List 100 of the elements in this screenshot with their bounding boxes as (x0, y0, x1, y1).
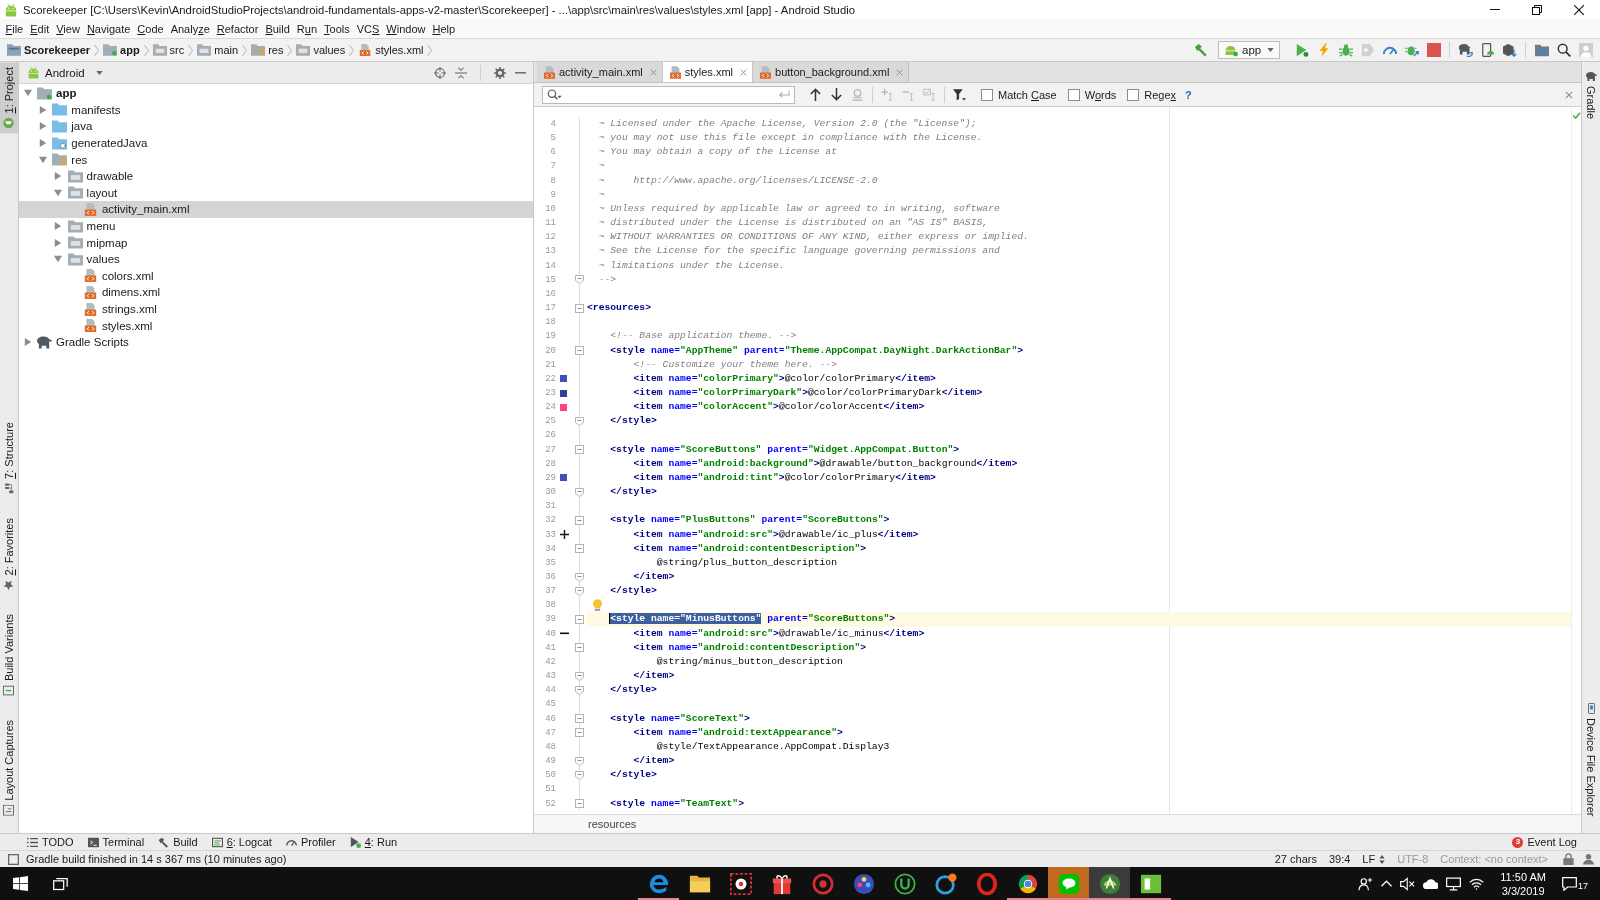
editor-tab[interactable]: activity_main.xml (537, 62, 663, 82)
tree-item[interactable]: manifests (19, 101, 533, 119)
fold-icon[interactable] (575, 445, 584, 455)
close-icon[interactable] (740, 68, 748, 76)
people-icon[interactable] (1358, 876, 1374, 891)
fold-end-icon[interactable] (575, 671, 584, 681)
status-item[interactable]: LF (1356, 853, 1392, 865)
breadcrumb-item[interactable]: Scorekeeper (7, 44, 91, 56)
caret-right-icon[interactable] (38, 122, 47, 131)
menubar-entry[interactable]: Edit (26, 22, 53, 35)
fold-end-icon[interactable] (575, 487, 584, 497)
close-icon[interactable] (649, 68, 657, 76)
fold-icon[interactable] (575, 799, 584, 809)
status-item[interactable]: 27 chars (1268, 853, 1323, 865)
menubar-entry[interactable]: Analyze (167, 22, 214, 35)
settings-icon[interactable] (494, 66, 506, 79)
caret-down-icon[interactable] (23, 89, 32, 98)
tool-window-tab[interactable]: Terminal (80, 834, 152, 850)
breadcrumb-item[interactable]: resources (588, 818, 637, 830)
event-log-button[interactable]: 3 Event Log (1505, 834, 1584, 850)
chevron-up-icon[interactable] (1381, 880, 1393, 887)
fold-end-icon[interactable] (575, 756, 584, 766)
checkbox[interactable] (1067, 88, 1080, 101)
run-config-dropdown[interactable]: app (1218, 41, 1280, 59)
tree-item[interactable]: styles.xml (19, 317, 533, 334)
tree-item[interactable]: dimens.xml (19, 284, 533, 301)
collapse-icon[interactable] (455, 66, 467, 79)
breadcrumb-item[interactable]: res (251, 44, 284, 56)
tool-window-tab[interactable]: 7: Structure (0, 416, 18, 499)
breadcrumb-item[interactable]: src (152, 44, 185, 56)
fold-icon[interactable] (575, 303, 584, 313)
tool-window-tab[interactable]: Device File Explorer (1582, 697, 1600, 821)
caret-down-icon[interactable] (54, 188, 63, 197)
fold-icon[interactable] (575, 728, 584, 738)
tree-item[interactable]: app (19, 85, 533, 102)
search-option[interactable]: Words (1067, 88, 1117, 101)
fold-icon[interactable] (575, 346, 584, 356)
tree-item[interactable]: java (19, 118, 533, 135)
tool-window-tab[interactable]: Layout Captures (0, 715, 18, 821)
breadcrumb-item[interactable]: values (296, 44, 346, 56)
caret-right-icon[interactable] (38, 139, 47, 148)
clock[interactable]: 11:50 AM 3/3/2019 (1500, 869, 1546, 898)
tool-window-tab[interactable]: 1: Project (0, 62, 18, 134)
taskbar-app[interactable] (1089, 867, 1130, 900)
breadcrumb-item[interactable]: styles.xml (358, 44, 424, 56)
tree-item[interactable]: menu (19, 217, 533, 235)
fold-icon[interactable] (575, 615, 584, 625)
notification-button[interactable]: 17 (1562, 876, 1592, 891)
fold-icon[interactable] (575, 515, 584, 525)
tree-item[interactable]: colors.xml (19, 267, 533, 285)
view-dropdown[interactable]: Android (27, 66, 103, 79)
tree-item[interactable]: res (19, 151, 533, 168)
fold-icon[interactable] (575, 714, 584, 724)
caret-down-icon[interactable] (54, 255, 63, 264)
tool-window-tab[interactable]: Build Variants (0, 609, 18, 702)
breadcrumb-item[interactable]: main (197, 44, 239, 56)
fold-end-icon[interactable] (575, 586, 584, 596)
menubar-entry[interactable]: Build (261, 22, 294, 35)
caret-right-icon[interactable] (38, 105, 47, 114)
search-field[interactable] (542, 85, 795, 104)
fold-icon[interactable] (575, 544, 584, 554)
checkbox[interactable] (981, 88, 993, 101)
tool-window-tab[interactable]: Profiler (278, 834, 343, 850)
caret-down-icon[interactable] (38, 155, 47, 164)
status-item[interactable]: 39:4 (1322, 853, 1357, 865)
tool-window-tab[interactable]: Build (151, 834, 205, 850)
close-icon[interactable] (1565, 90, 1573, 99)
menubar-entry[interactable]: File (2, 22, 27, 35)
caret-right-icon[interactable] (54, 238, 63, 247)
menubar-entry[interactable]: Help (429, 22, 459, 35)
menubar-entry[interactable]: Code (133, 22, 168, 35)
menubar-entry[interactable]: Refactor (213, 22, 262, 35)
menubar-entry[interactable]: VCS (353, 22, 383, 35)
caret-right-icon[interactable] (54, 172, 63, 181)
tree-item[interactable]: layout (19, 184, 533, 202)
speaker-muted-icon[interactable] (1400, 876, 1416, 891)
tree-item[interactable]: drawable (19, 167, 533, 185)
tool-window-tab[interactable]: TODO (20, 834, 81, 850)
tree-item[interactable]: activity_main.xml (19, 201, 533, 218)
crosshair-icon[interactable] (434, 66, 446, 79)
menubar-entry[interactable]: View (52, 22, 84, 35)
close-icon[interactable] (896, 68, 904, 76)
tree-item[interactable]: strings.xml (19, 300, 533, 318)
search-option[interactable]: Regex (1127, 88, 1177, 101)
search-option[interactable]: Match Case (981, 88, 1057, 101)
tree-item[interactable]: values (19, 250, 533, 268)
tree-item[interactable]: generatedJava (19, 134, 533, 152)
editor-tab[interactable]: styles.xml (662, 62, 754, 82)
caret-right-icon[interactable] (54, 222, 63, 231)
checkbox[interactable] (1127, 88, 1140, 101)
fold-end-icon[interactable] (575, 275, 584, 285)
monitor-icon[interactable] (1446, 876, 1462, 891)
square-icon[interactable] (8, 853, 19, 865)
fold-icon[interactable] (575, 643, 584, 653)
cloud-icon[interactable] (1423, 876, 1439, 891)
menubar-entry[interactable]: Run (293, 22, 321, 35)
help-link[interactable]: ? (1185, 88, 1192, 101)
tool-window-tab[interactable]: Gradle (1582, 66, 1600, 125)
fold-end-icon[interactable] (575, 572, 584, 582)
lock-icon[interactable] (1563, 853, 1574, 865)
